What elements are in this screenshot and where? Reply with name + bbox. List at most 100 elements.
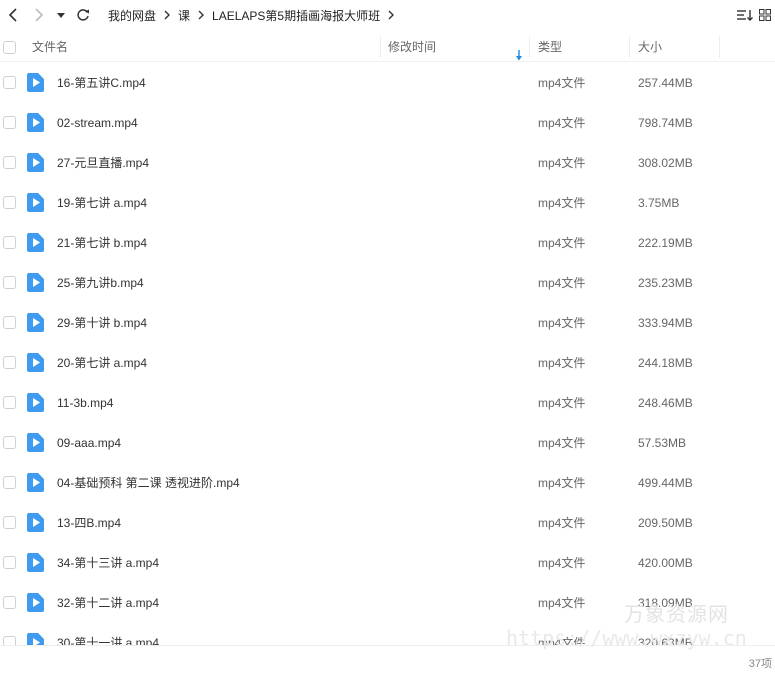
row-checkbox[interactable] xyxy=(3,276,16,289)
file-size: 222.19MB xyxy=(638,236,693,250)
toolbar: 我的网盘 课 LAELAPS第5期插画海报大师班 xyxy=(0,0,775,30)
file-name[interactable]: 13-四B.mp4 xyxy=(57,503,121,543)
column-header-size[interactable]: 大小 xyxy=(638,32,662,62)
file-type: mp4文件 xyxy=(538,236,586,250)
file-row[interactable]: 13-四B.mp4 mp4文件 209.50MB xyxy=(0,503,775,543)
file-size: 320.63MB xyxy=(638,636,693,645)
file-list: 16-第五讲C.mp4 mp4文件 257.44MB 02-stream.mp4 mp4… xyxy=(0,63,775,645)
file-row[interactable]: 29-第十讲 b.mp4 mp4文件 333.94MB xyxy=(0,303,775,343)
breadcrumb-item-netdisk[interactable]: 我的网盘 xyxy=(104,7,160,24)
video-file-icon xyxy=(27,633,44,645)
video-file-icon xyxy=(27,313,44,332)
chevron-right-icon xyxy=(160,8,174,22)
file-name[interactable]: 19-第七讲 a.mp4 xyxy=(57,183,147,223)
file-row[interactable]: 02-stream.mp4 mp4文件 798.74MB xyxy=(0,103,775,143)
file-type: mp4文件 xyxy=(538,116,586,130)
view-toggle-button[interactable] xyxy=(757,6,773,24)
breadcrumb: 我的网盘 课 LAELAPS第5期插画海报大师班 xyxy=(104,7,398,24)
video-file-icon xyxy=(27,193,44,212)
column-divider[interactable] xyxy=(380,36,381,58)
column-divider[interactable] xyxy=(719,36,720,58)
file-row[interactable]: 11-3b.mp4 mp4文件 248.46MB xyxy=(0,383,775,423)
row-checkbox[interactable] xyxy=(3,556,16,569)
file-name[interactable]: 21-第七讲 b.mp4 xyxy=(57,223,147,263)
select-all-checkbox[interactable] xyxy=(3,41,16,54)
file-name[interactable]: 20-第七讲 a.mp4 xyxy=(57,343,147,383)
file-name[interactable]: 09-aaa.mp4 xyxy=(57,423,121,463)
column-divider[interactable] xyxy=(629,36,630,58)
file-name[interactable]: 30-第十一讲 a.mp4 xyxy=(57,623,159,645)
file-size: 318.09MB xyxy=(638,596,693,610)
file-row[interactable]: 32-第十二讲 a.mp4 mp4文件 318.09MB xyxy=(0,583,775,623)
file-type: mp4文件 xyxy=(538,396,586,410)
file-name[interactable]: 29-第十讲 b.mp4 xyxy=(57,303,147,343)
file-size: 57.53MB xyxy=(638,436,687,450)
row-checkbox[interactable] xyxy=(3,396,16,409)
breadcrumb-item-current-folder[interactable]: LAELAPS第5期插画海报大师班 xyxy=(208,7,384,24)
file-name[interactable]: 25-第九讲b.mp4 xyxy=(57,263,144,303)
file-type: mp4文件 xyxy=(538,636,586,645)
item-count: 37项 xyxy=(748,658,772,670)
row-checkbox[interactable] xyxy=(3,516,16,529)
video-file-icon xyxy=(27,113,44,132)
back-button[interactable] xyxy=(0,2,26,28)
file-name[interactable]: 27-元旦直播.mp4 xyxy=(57,143,149,183)
row-checkbox[interactable] xyxy=(3,636,16,645)
video-file-icon xyxy=(27,153,44,172)
file-row[interactable]: 30-第十一讲 a.mp4 mp4文件 320.63MB xyxy=(0,623,775,645)
video-file-icon xyxy=(27,433,44,452)
video-file-icon xyxy=(27,473,44,492)
file-row[interactable]: 20-第七讲 a.mp4 mp4文件 244.18MB xyxy=(0,343,775,383)
row-checkbox[interactable] xyxy=(3,76,16,89)
file-name[interactable]: 32-第十二讲 a.mp4 xyxy=(57,583,159,623)
file-row[interactable]: 16-第五讲C.mp4 mp4文件 257.44MB xyxy=(0,63,775,103)
column-header-modified[interactable]: 修改时间 xyxy=(388,32,436,62)
file-size: 499.44MB xyxy=(638,476,693,490)
file-name[interactable]: 11-3b.mp4 xyxy=(57,383,113,423)
column-header-name[interactable]: 文件名 xyxy=(32,32,68,62)
file-row[interactable]: 09-aaa.mp4 mp4文件 57.53MB xyxy=(0,423,775,463)
file-name[interactable]: 04-基础预科 第二课 透视进阶.mp4 xyxy=(57,463,240,503)
file-type: mp4文件 xyxy=(538,276,586,290)
refresh-button[interactable] xyxy=(70,2,96,28)
file-row[interactable]: 04-基础预科 第二课 透视进阶.mp4 mp4文件 499.44MB xyxy=(0,463,775,503)
sort-button[interactable] xyxy=(735,6,755,24)
row-checkbox[interactable] xyxy=(3,596,16,609)
file-row[interactable]: 27-元旦直播.mp4 mp4文件 308.02MB xyxy=(0,143,775,183)
file-type: mp4文件 xyxy=(538,156,586,170)
breadcrumb-item-course[interactable]: 课 xyxy=(174,7,194,24)
file-size: 798.74MB xyxy=(638,116,693,130)
file-row[interactable]: 21-第七讲 b.mp4 mp4文件 222.19MB xyxy=(0,223,775,263)
file-size: 420.00MB xyxy=(638,556,693,570)
row-checkbox[interactable] xyxy=(3,116,16,129)
chevron-right-icon[interactable] xyxy=(384,8,398,22)
row-checkbox[interactable] xyxy=(3,156,16,169)
video-file-icon xyxy=(27,353,44,372)
chevron-left-icon xyxy=(8,8,17,22)
file-row[interactable]: 34-第十三讲 a.mp4 mp4文件 420.00MB xyxy=(0,543,775,583)
file-name[interactable]: 34-第十三讲 a.mp4 xyxy=(57,543,159,583)
file-row[interactable]: 19-第七讲 a.mp4 mp4文件 3.75MB xyxy=(0,183,775,223)
row-checkbox[interactable] xyxy=(3,356,16,369)
video-file-icon xyxy=(27,593,44,612)
column-header-type[interactable]: 类型 xyxy=(538,32,562,62)
file-name[interactable]: 16-第五讲C.mp4 xyxy=(57,63,146,103)
file-name[interactable]: 02-stream.mp4 xyxy=(57,103,138,143)
row-checkbox[interactable] xyxy=(3,476,16,489)
chevron-right-icon xyxy=(35,8,44,22)
row-checkbox[interactable] xyxy=(3,236,16,249)
video-file-icon xyxy=(27,273,44,292)
row-checkbox[interactable] xyxy=(3,436,16,449)
file-list-header: 文件名 修改时间 类型 大小 xyxy=(0,32,775,62)
row-checkbox[interactable] xyxy=(3,196,16,209)
refresh-icon xyxy=(77,9,89,21)
file-type: mp4文件 xyxy=(538,436,586,450)
row-checkbox[interactable] xyxy=(3,316,16,329)
file-row[interactable]: 25-第九讲b.mp4 mp4文件 235.23MB xyxy=(0,263,775,303)
history-dropdown-button[interactable] xyxy=(52,2,70,28)
column-divider[interactable] xyxy=(529,36,530,58)
file-type: mp4文件 xyxy=(538,596,586,610)
video-file-icon xyxy=(27,73,44,92)
forward-button[interactable] xyxy=(26,2,52,28)
file-size: 248.46MB xyxy=(638,396,693,410)
